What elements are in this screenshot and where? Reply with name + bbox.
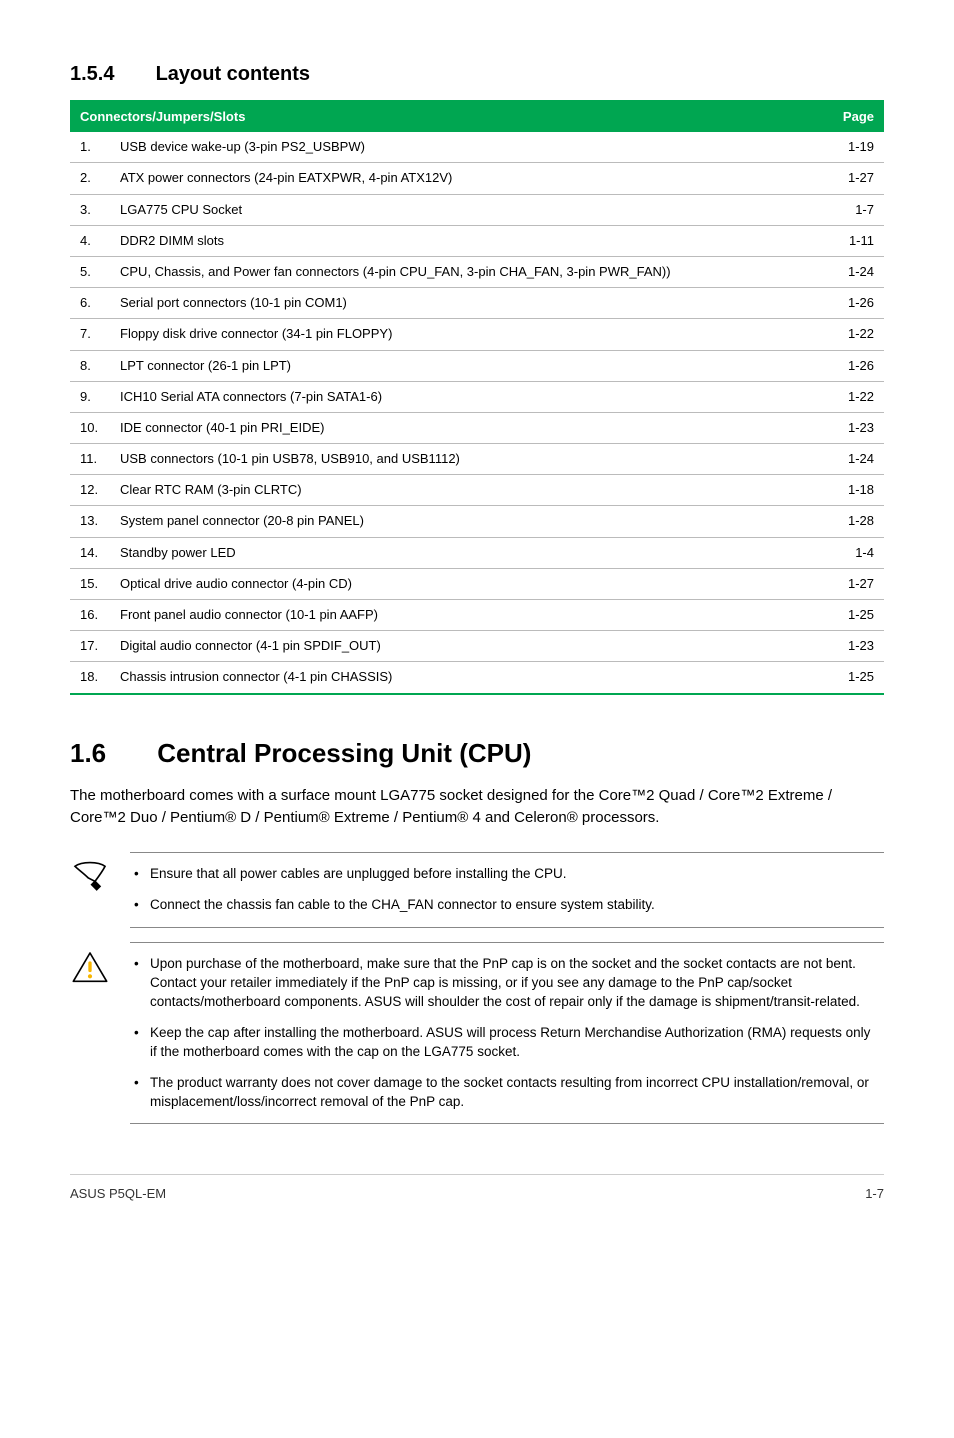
row-page: 1-25 <box>804 600 884 631</box>
table-row: 10.IDE connector (40-1 pin PRI_EIDE)1-23 <box>70 412 884 443</box>
note-box-tip: Ensure that all power cables are unplugg… <box>70 852 884 928</box>
row-description: DDR2 DIMM slots <box>110 225 804 256</box>
table-row: 13.System panel connector (20-8 pin PANE… <box>70 506 884 537</box>
row-number: 18. <box>70 662 110 694</box>
table-row: 18.Chassis intrusion connector (4-1 pin … <box>70 662 884 694</box>
row-number: 2. <box>70 163 110 194</box>
table-row: 8.LPT connector (26-1 pin LPT)1-26 <box>70 350 884 381</box>
row-page: 1-18 <box>804 475 884 506</box>
note-box-alert: Upon purchase of the motherboard, make s… <box>70 942 884 1124</box>
table-row: 1.USB device wake-up (3-pin PS2_USBPW)1-… <box>70 132 884 163</box>
row-description: ATX power connectors (24-pin EATXPWR, 4-… <box>110 163 804 194</box>
table-row: 4.DDR2 DIMM slots1-11 <box>70 225 884 256</box>
row-description: LPT connector (26-1 pin LPT) <box>110 350 804 381</box>
table-row: 17.Digital audio connector (4-1 pin SPDI… <box>70 631 884 662</box>
row-page: 1-25 <box>804 662 884 694</box>
table-row: 5.CPU, Chassis, and Power fan connectors… <box>70 256 884 287</box>
table-row: 11.USB connectors (10-1 pin USB78, USB91… <box>70 444 884 475</box>
row-page: 1-26 <box>804 350 884 381</box>
row-page: 1-26 <box>804 288 884 319</box>
row-number: 6. <box>70 288 110 319</box>
row-page: 1-28 <box>804 506 884 537</box>
footer-right: 1-7 <box>865 1185 884 1203</box>
list-item: Ensure that all power cables are unplugg… <box>134 865 880 884</box>
section-title: Layout contents <box>156 63 310 85</box>
row-number: 12. <box>70 475 110 506</box>
row-number: 11. <box>70 444 110 475</box>
section-title: Central Processing Unit (CPU) <box>157 738 531 768</box>
row-description: LGA775 CPU Socket <box>110 194 804 225</box>
row-number: 17. <box>70 631 110 662</box>
row-description: Clear RTC RAM (3-pin CLRTC) <box>110 475 804 506</box>
section-1-5-4-heading: 1.5.4 Layout contents <box>70 60 884 88</box>
note-content: Upon purchase of the motherboard, make s… <box>130 942 884 1124</box>
list-item: Keep the cap after installing the mother… <box>134 1024 880 1062</box>
row-page: 1-24 <box>804 256 884 287</box>
row-page: 1-11 <box>804 225 884 256</box>
table-row: 2.ATX power connectors (24-pin EATXPWR, … <box>70 163 884 194</box>
row-number: 16. <box>70 600 110 631</box>
section-1-6-heading: 1.6 Central Processing Unit (CPU) <box>70 735 884 771</box>
row-page: 1-23 <box>804 631 884 662</box>
list-item: Upon purchase of the motherboard, make s… <box>134 955 880 1012</box>
table-row: 6.Serial port connectors (10-1 pin COM1)… <box>70 288 884 319</box>
section-1-6-paragraph: The motherboard comes with a surface mou… <box>70 785 884 829</box>
row-page: 1-24 <box>804 444 884 475</box>
row-number: 1. <box>70 132 110 163</box>
row-page: 1-23 <box>804 412 884 443</box>
layout-contents-table: Connectors/Jumpers/Slots Page 1.USB devi… <box>70 100 884 695</box>
row-page: 1-27 <box>804 163 884 194</box>
row-number: 10. <box>70 412 110 443</box>
list-item: The product warranty does not cover dama… <box>134 1074 880 1112</box>
row-number: 14. <box>70 537 110 568</box>
row-description: USB device wake-up (3-pin PS2_USBPW) <box>110 132 804 163</box>
row-description: ICH10 Serial ATA connectors (7-pin SATA1… <box>110 381 804 412</box>
footer-left: ASUS P5QL-EM <box>70 1185 166 1203</box>
table-row: 12.Clear RTC RAM (3-pin CLRTC)1-18 <box>70 475 884 506</box>
row-page: 1-27 <box>804 568 884 599</box>
pencil-note-icon <box>70 852 130 904</box>
page-footer: ASUS P5QL-EM 1-7 <box>70 1174 884 1203</box>
row-description: USB connectors (10-1 pin USB78, USB910, … <box>110 444 804 475</box>
section-number: 1.5.4 <box>70 60 150 88</box>
row-description: Chassis intrusion connector (4-1 pin CHA… <box>110 662 804 694</box>
row-description: Floppy disk drive connector (34-1 pin FL… <box>110 319 804 350</box>
table-row: 9.ICH10 Serial ATA connectors (7-pin SAT… <box>70 381 884 412</box>
row-description: Digital audio connector (4-1 pin SPDIF_O… <box>110 631 804 662</box>
row-number: 5. <box>70 256 110 287</box>
row-number: 9. <box>70 381 110 412</box>
row-page: 1-4 <box>804 537 884 568</box>
section-number: 1.6 <box>70 735 150 771</box>
row-description: Serial port connectors (10-1 pin COM1) <box>110 288 804 319</box>
row-description: System panel connector (20-8 pin PANEL) <box>110 506 804 537</box>
list-item: Connect the chassis fan cable to the CHA… <box>134 896 880 915</box>
row-number: 7. <box>70 319 110 350</box>
row-description: CPU, Chassis, and Power fan connectors (… <box>110 256 804 287</box>
row-description: IDE connector (40-1 pin PRI_EIDE) <box>110 412 804 443</box>
note-content: Ensure that all power cables are unplugg… <box>130 852 884 928</box>
row-number: 8. <box>70 350 110 381</box>
row-page: 1-22 <box>804 319 884 350</box>
row-number: 3. <box>70 194 110 225</box>
alert-triangle-icon <box>70 942 130 994</box>
row-page: 1-7 <box>804 194 884 225</box>
table-row: 16.Front panel audio connector (10-1 pin… <box>70 600 884 631</box>
row-number: 13. <box>70 506 110 537</box>
row-description: Front panel audio connector (10-1 pin AA… <box>110 600 804 631</box>
row-page: 1-19 <box>804 132 884 163</box>
table-header-left: Connectors/Jumpers/Slots <box>70 101 804 132</box>
row-number: 4. <box>70 225 110 256</box>
row-number: 15. <box>70 568 110 599</box>
table-row: 3.LGA775 CPU Socket1-7 <box>70 194 884 225</box>
row-description: Optical drive audio connector (4-pin CD) <box>110 568 804 599</box>
row-page: 1-22 <box>804 381 884 412</box>
table-header-right: Page <box>804 101 884 132</box>
row-description: Standby power LED <box>110 537 804 568</box>
table-row: 14.Standby power LED1-4 <box>70 537 884 568</box>
table-row: 15.Optical drive audio connector (4-pin … <box>70 568 884 599</box>
table-row: 7.Floppy disk drive connector (34-1 pin … <box>70 319 884 350</box>
